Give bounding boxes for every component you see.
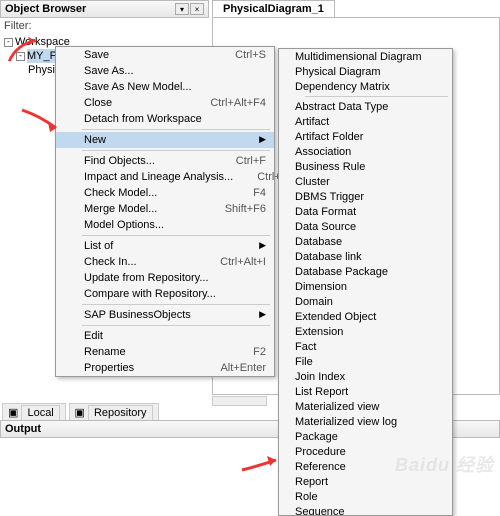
submenu-item-data-source[interactable]: Data Source — [279, 219, 452, 234]
submenu-item-materialized-view-log[interactable]: Materialized view log — [279, 414, 452, 429]
menu-item-merge-model[interactable]: Merge Model...Shift+F6 — [56, 201, 274, 217]
submenu-item-file[interactable]: File — [279, 354, 452, 369]
menu-item-save-as-new-model[interactable]: Save As New Model... — [56, 79, 274, 95]
menu-item-close[interactable]: CloseCtrl+Alt+F4 — [56, 95, 274, 111]
watermark: Baidu 经验 — [395, 451, 494, 477]
tab-physicaldiagram[interactable]: PhysicalDiagram_1 — [212, 0, 335, 17]
submenu-item-database-link[interactable]: Database link — [279, 249, 452, 264]
menu-item-save-as[interactable]: Save As... — [56, 63, 274, 79]
submenu-item-cluster[interactable]: Cluster — [279, 174, 452, 189]
diagram-tabs: PhysicalDiagram_1 — [212, 0, 500, 17]
submenu-item-fact[interactable]: Fact — [279, 339, 452, 354]
submenu-item-dimension[interactable]: Dimension — [279, 279, 452, 294]
submenu-item-package[interactable]: Package — [279, 429, 452, 444]
submenu-item-extension[interactable]: Extension — [279, 324, 452, 339]
menu-item-new[interactable]: New▶ — [56, 132, 274, 148]
submenu-item-abstract-data-type[interactable]: Abstract Data Type — [279, 99, 452, 114]
menu-item-edit[interactable]: Edit — [56, 328, 274, 344]
menu-item-detach-from-workspace[interactable]: Detach from Workspace — [56, 111, 274, 127]
object-browser-header: Object Browser ▾ × — [0, 0, 209, 18]
submenu-item-data-format[interactable]: Data Format — [279, 204, 452, 219]
menu-item-impact-and-lineage-analysis[interactable]: Impact and Lineage Analysis...Ctrl+F11 — [56, 169, 274, 185]
submenu-item-artifact-folder[interactable]: Artifact Folder — [279, 129, 452, 144]
menu-item-sap-businessobjects[interactable]: SAP BusinessObjects▶ — [56, 307, 274, 323]
submenu-item-artifact[interactable]: Artifact — [279, 114, 452, 129]
submenu-item-join-index[interactable]: Join Index — [279, 369, 452, 384]
menu-item-model-options[interactable]: Model Options... — [56, 217, 274, 233]
submenu-item-association[interactable]: Association — [279, 144, 452, 159]
submenu-item-extended-object[interactable]: Extended Object — [279, 309, 452, 324]
pin-icon[interactable]: ▾ — [175, 3, 189, 15]
scrollbar[interactable] — [212, 396, 267, 406]
tab-local[interactable]: Local — [21, 405, 59, 421]
new-submenu: Multidimensional DiagramPhysical Diagram… — [278, 48, 453, 516]
menu-item-find-objects[interactable]: Find Objects...Ctrl+F — [56, 153, 274, 169]
submenu-item-dbms-trigger[interactable]: DBMS Trigger — [279, 189, 452, 204]
menu-item-list-of[interactable]: List of▶ — [56, 238, 274, 254]
filter-label: Filter: — [0, 18, 209, 34]
arrow-icon — [240, 452, 282, 474]
submenu-item-dependency-matrix[interactable]: Dependency Matrix — [279, 79, 452, 94]
submenu-item-physical-diagram[interactable]: Physical Diagram — [279, 64, 452, 79]
submenu-item-role[interactable]: Role — [279, 489, 452, 504]
context-menu: SaveCtrl+SSave As...Save As New Model...… — [55, 46, 275, 377]
submenu-item-materialized-view[interactable]: Materialized view — [279, 399, 452, 414]
close-icon[interactable]: × — [190, 3, 204, 15]
submenu-item-database-package[interactable]: Database Package — [279, 264, 452, 279]
object-browser-title: Object Browser — [5, 3, 174, 15]
submenu-item-domain[interactable]: Domain — [279, 294, 452, 309]
submenu-item-list-report[interactable]: List Report — [279, 384, 452, 399]
menu-item-check-model[interactable]: Check Model...F4 — [56, 185, 274, 201]
menu-item-save[interactable]: SaveCtrl+S — [56, 47, 274, 63]
submenu-item-database[interactable]: Database — [279, 234, 452, 249]
submenu-item-multidimensional-diagram[interactable]: Multidimensional Diagram — [279, 49, 452, 64]
menu-item-compare-with-repository[interactable]: Compare with Repository... — [56, 286, 274, 302]
submenu-item-sequence[interactable]: Sequence — [279, 504, 452, 516]
menu-item-properties[interactable]: PropertiesAlt+Enter — [56, 360, 274, 376]
tab-repository[interactable]: Repository — [88, 405, 153, 421]
menu-item-update-from-repository[interactable]: Update from Repository... — [56, 270, 274, 286]
menu-item-rename[interactable]: RenameF2 — [56, 344, 274, 360]
menu-item-check-in[interactable]: Check In...Ctrl+Alt+I — [56, 254, 274, 270]
submenu-item-business-rule[interactable]: Business Rule — [279, 159, 452, 174]
